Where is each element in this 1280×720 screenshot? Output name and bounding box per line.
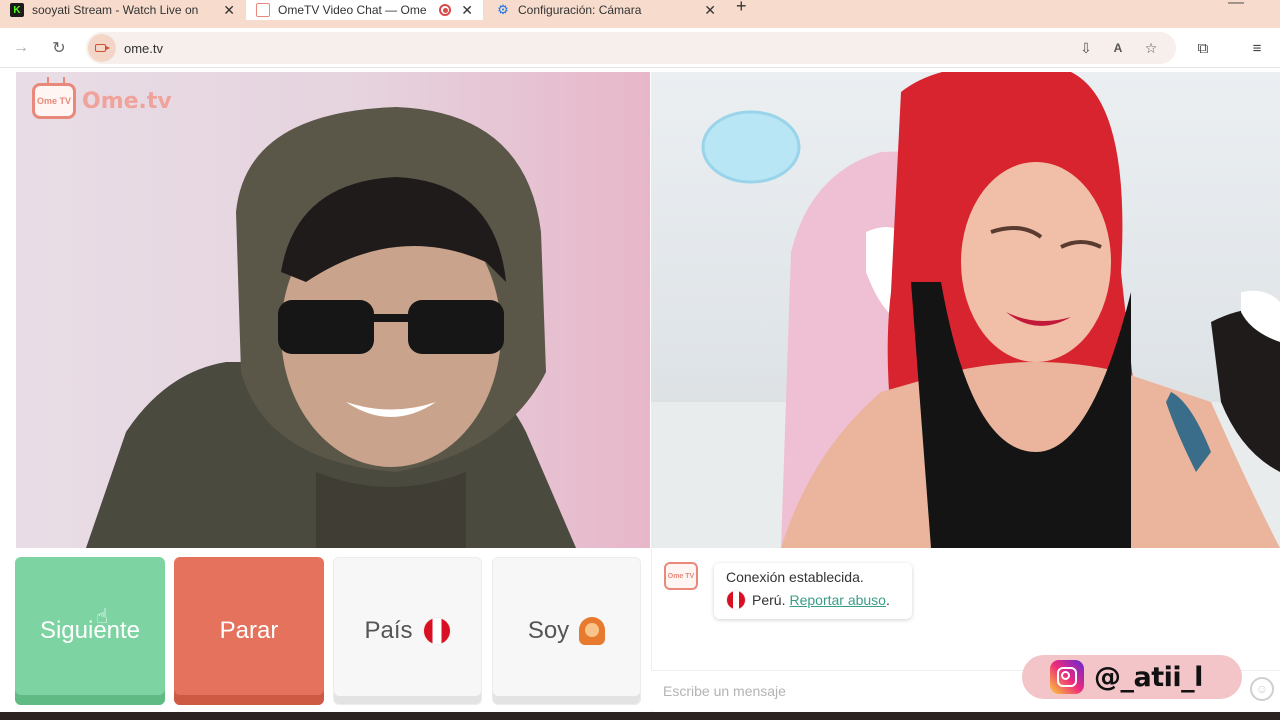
logo-text: Ome.tv	[82, 88, 172, 114]
tab-camera-settings[interactable]: ⚙ Configuración: Cámara ✕	[486, 0, 726, 20]
remote-user-image	[651, 72, 1280, 548]
instagram-icon	[1050, 660, 1084, 694]
tab-title: sooyati Stream - Watch Live on	[32, 3, 199, 17]
reload-icon[interactable]: ↻	[48, 37, 70, 59]
connection-status: Conexión establecida.	[726, 569, 864, 585]
chat-bot-avatar-icon: Ome TV	[664, 562, 698, 590]
hand-cursor-icon: ☝	[96, 606, 109, 628]
kick-icon: K	[10, 3, 24, 17]
instagram-handle: @_atii_l	[1094, 661, 1203, 693]
translate-icon[interactable]: A	[1108, 38, 1128, 58]
tab-kick-stream[interactable]: K sooyati Stream - Watch Live on ✕	[0, 0, 245, 20]
ometv-logo: Ome TV Ome.tv	[32, 83, 172, 119]
browser-toolbar: → ↻ ome.tv ⇩ A ☆ ⧉ ≡	[0, 28, 1280, 68]
gender-filter-button[interactable]: Soy	[492, 557, 641, 705]
install-app-icon[interactable]: ⇩	[1076, 38, 1096, 58]
close-tab-icon[interactable]: ✕	[704, 2, 716, 19]
camera-permission-icon[interactable]	[88, 34, 116, 62]
minimize-button[interactable]: —	[1228, 0, 1244, 12]
tab-title: OmeTV Video Chat — Ome	[278, 3, 427, 17]
settings-gear-icon: ⚙	[497, 2, 509, 17]
forward-icon[interactable]: →	[10, 37, 32, 59]
close-tab-icon[interactable]: ✕	[223, 2, 235, 19]
local-user-image	[86, 107, 576, 548]
gender-filter-label: Soy	[527, 617, 570, 644]
woman-avatar-icon	[579, 617, 606, 645]
local-video	[16, 72, 650, 548]
address-bar[interactable]: ome.tv ⇩ A ☆	[86, 32, 1176, 64]
system-message: Conexión establecida. Perú. Reportar abu…	[714, 563, 912, 619]
stop-button-label: Parar	[219, 617, 279, 644]
partner-country: Perú.	[752, 592, 786, 608]
new-tab-button[interactable]: +	[736, 0, 747, 17]
report-abuse-link[interactable]: Reportar abuso	[789, 592, 886, 608]
stop-button[interactable]: Parar	[174, 557, 324, 705]
country-filter-button[interactable]: País	[333, 557, 482, 705]
url-text: ome.tv	[124, 40, 164, 56]
ometv-icon	[256, 3, 270, 17]
tab-strip: K sooyati Stream - Watch Live on ✕ OmeTV…	[0, 0, 1280, 28]
tab-title: Configuración: Cámara	[518, 3, 642, 17]
peru-flag-icon	[726, 590, 746, 610]
media-control-icon[interactable]: ≡	[1246, 37, 1268, 59]
next-button[interactable]: Siguiente	[15, 557, 165, 705]
bookmark-star-icon[interactable]: ☆	[1141, 38, 1161, 58]
report-link-suffix: .	[885, 592, 890, 608]
close-tab-icon[interactable]: ✕	[461, 2, 473, 19]
peru-flag-icon	[422, 617, 451, 645]
next-button-label: Siguiente	[39, 617, 141, 644]
tv-logo-icon: Ome TV	[32, 83, 76, 119]
instagram-handle-overlay: @_atii_l	[1022, 655, 1242, 699]
remote-video	[651, 72, 1280, 548]
tab-ometv[interactable]: OmeTV Video Chat — Ome ✕	[246, 0, 483, 20]
taskbar-edge	[0, 712, 1280, 720]
emoji-icon[interactable]: ☺	[1250, 677, 1274, 701]
recording-icon	[439, 4, 452, 16]
extensions-icon[interactable]: ⧉	[1192, 37, 1214, 59]
country-filter-label: País	[364, 617, 413, 644]
